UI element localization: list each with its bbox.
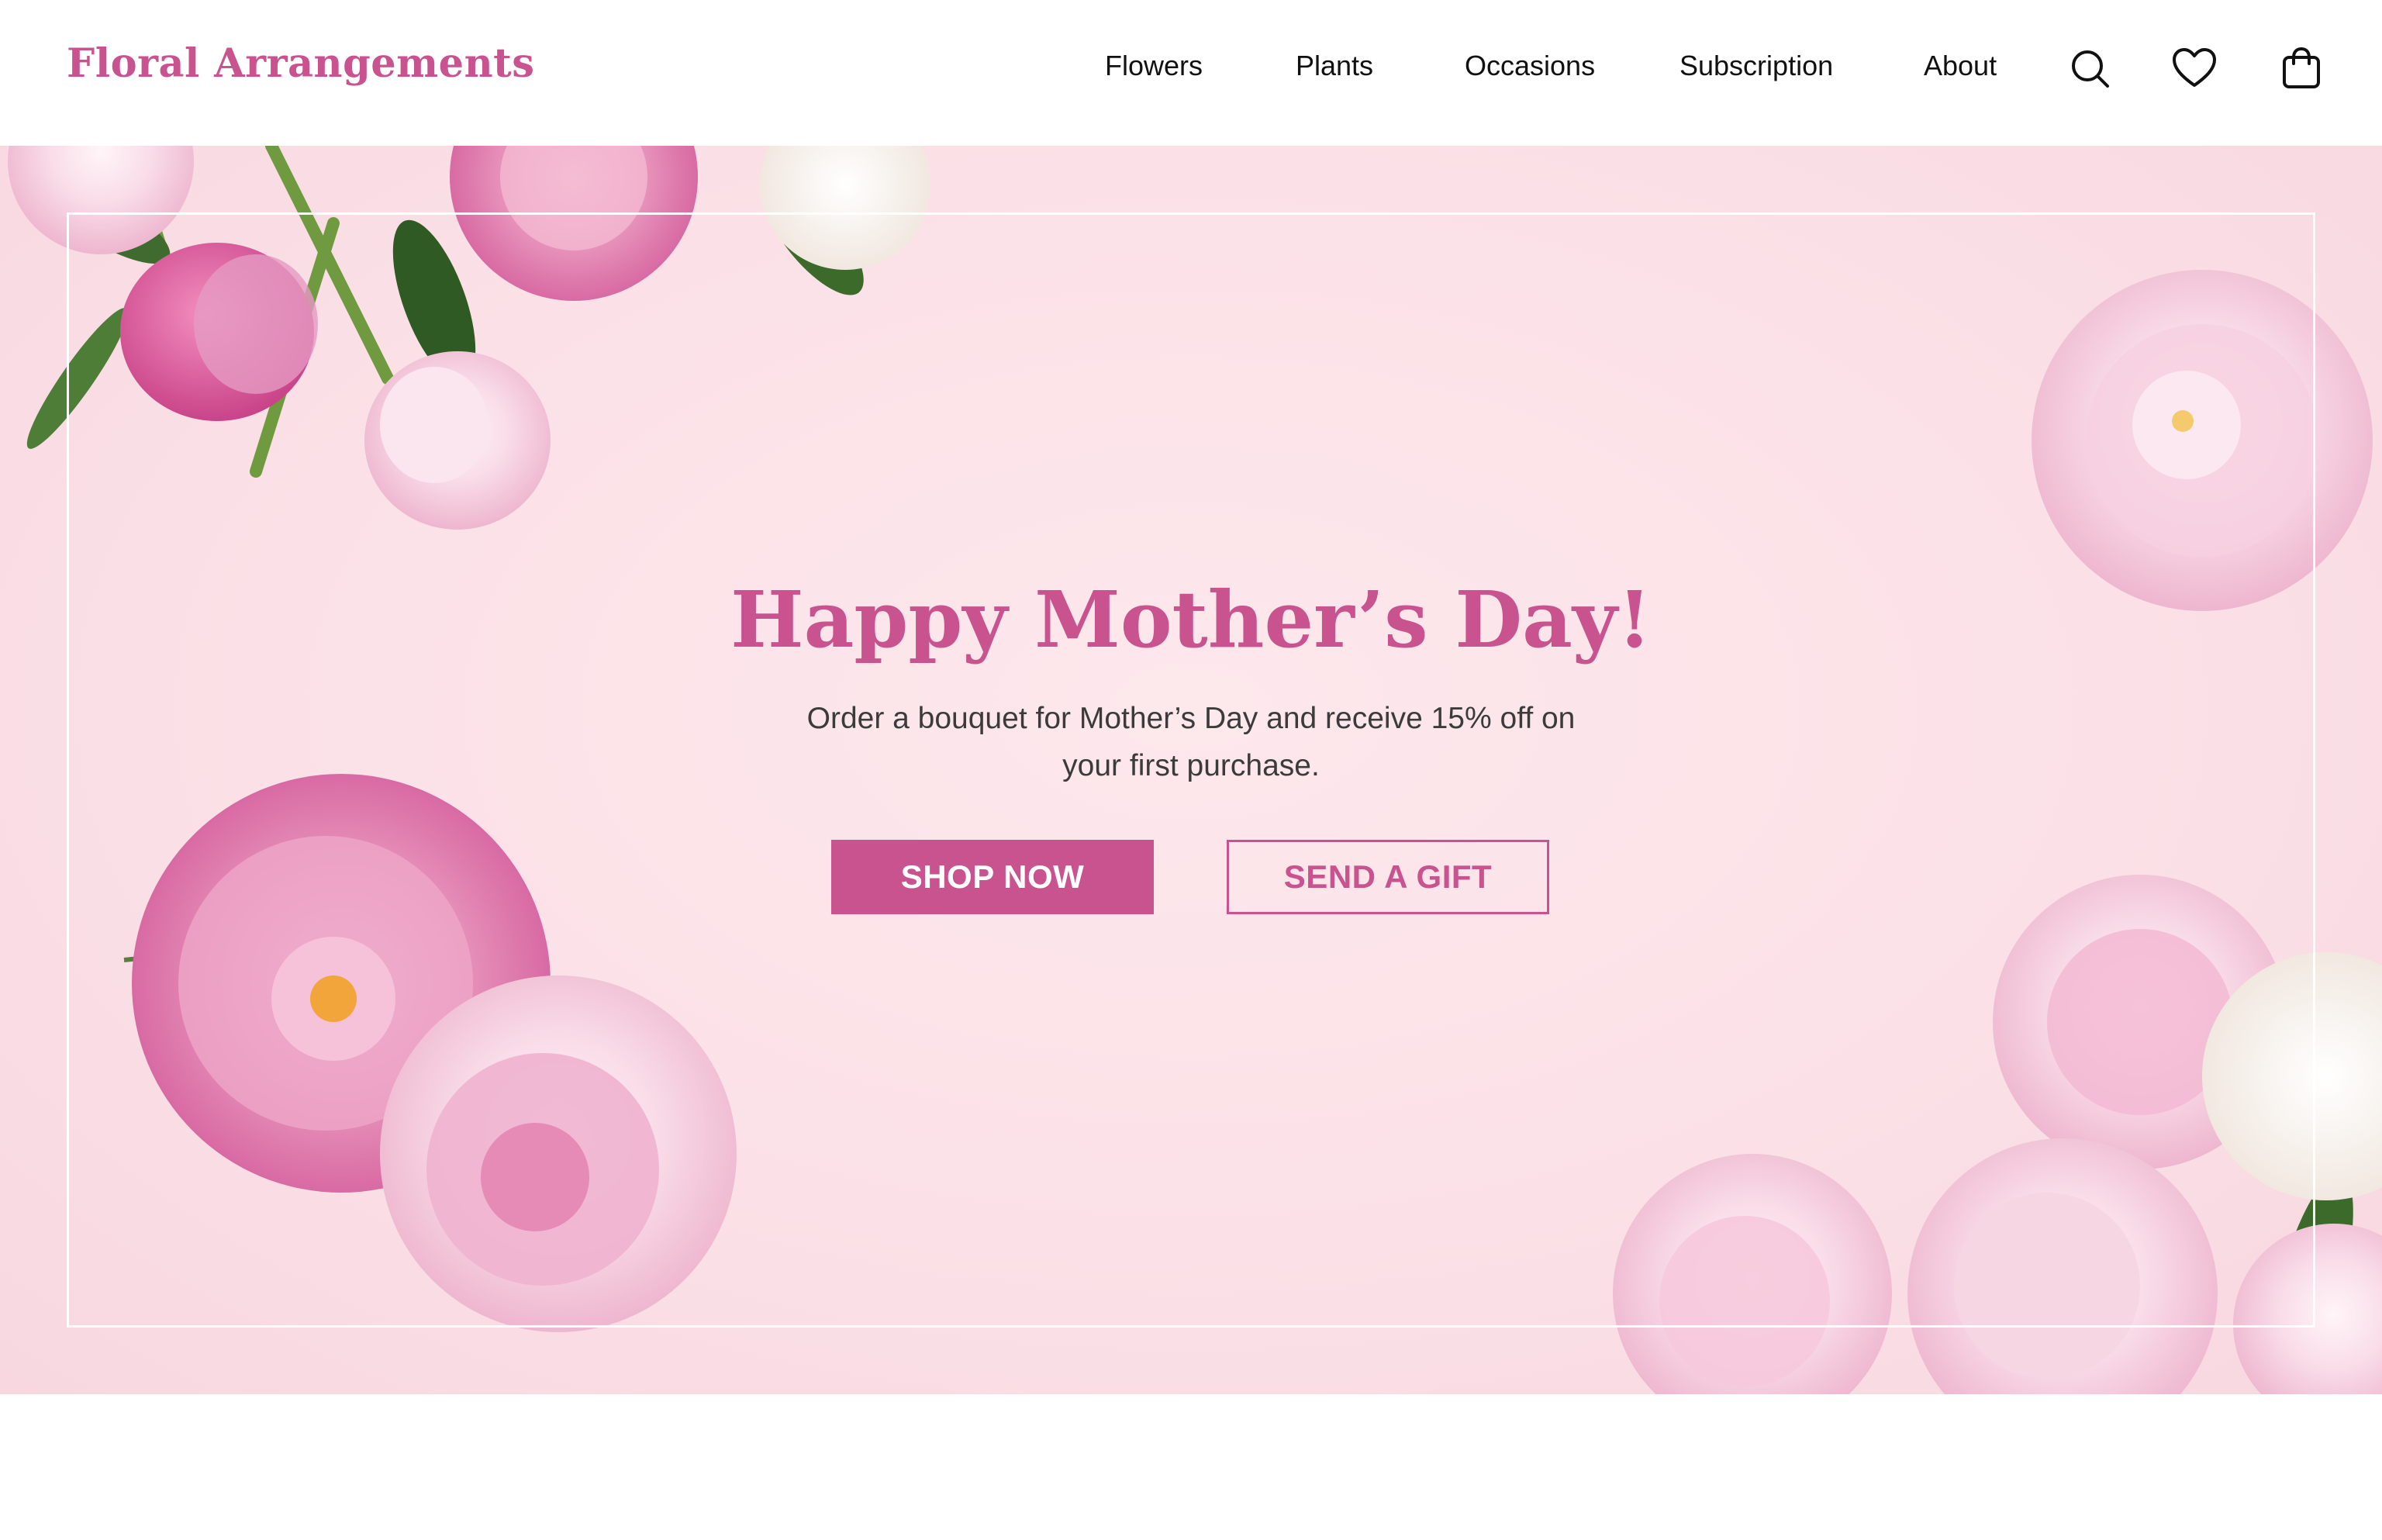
site-header: Floral Arrangements Flowers Plants Occas… (0, 0, 2382, 146)
shop-now-button[interactable]: SHOP NOW (831, 840, 1154, 914)
hero-banner: Happy Mother’s Day! Order a bouquet for … (0, 146, 2382, 1394)
shopping-bag-icon[interactable] (2278, 45, 2325, 92)
hero-title: Happy Mother’s Day! (730, 574, 1652, 665)
nav-item-flowers[interactable]: Flowers (1105, 50, 1203, 82)
nav-item-occasions[interactable]: Occasions (1465, 50, 1595, 82)
site-logo[interactable]: Floral Arrangements (67, 40, 534, 87)
heart-icon[interactable] (2171, 45, 2218, 92)
nav-item-subscription[interactable]: Subscription (1679, 50, 1833, 82)
search-icon[interactable] (2066, 45, 2113, 92)
hero-subtitle: Order a bouquet for Mother’s Day and rec… (806, 702, 1576, 782)
nav-item-plants[interactable]: Plants (1296, 50, 1373, 82)
send-a-gift-button[interactable]: SEND A GIFT (1227, 840, 1549, 914)
nav-item-about[interactable]: About (1924, 50, 1997, 82)
